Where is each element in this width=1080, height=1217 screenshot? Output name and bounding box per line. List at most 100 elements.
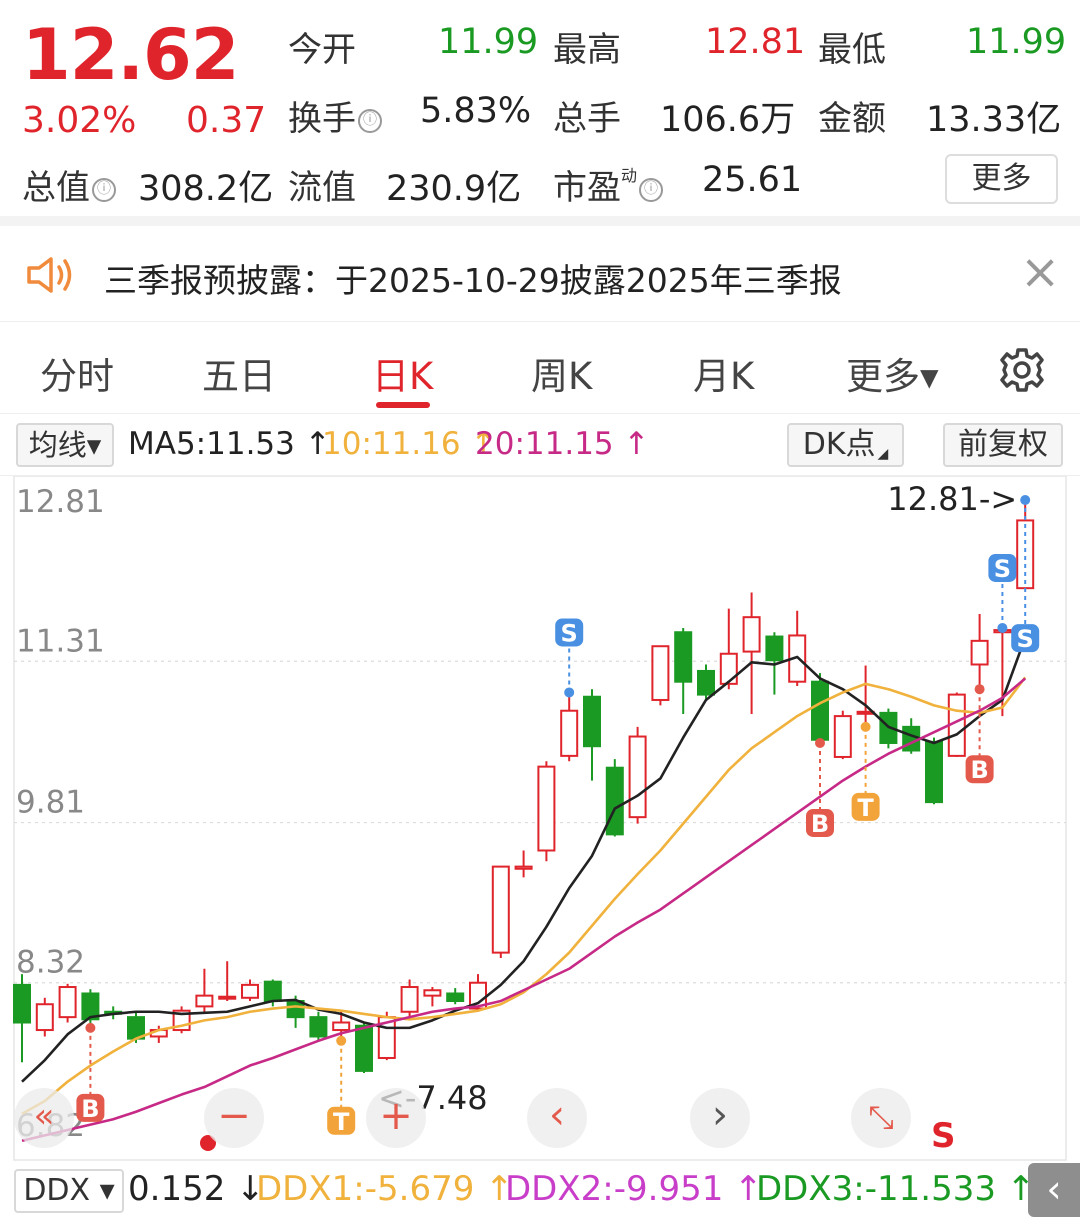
gear-icon[interactable]: [998, 346, 1046, 394]
candle-body: [742, 616, 761, 653]
ma-selector[interactable]: 均线▾: [16, 423, 114, 467]
signal-label: B: [811, 810, 829, 838]
tab-five-day[interactable]: 五日: [202, 346, 276, 400]
ddx-value: 0.152 ↓: [128, 1169, 265, 1209]
candle-body: [925, 740, 943, 804]
ma-legend-bar: 均线▾ MA5:11.53 ↑ 10:11.16 ↑ 20:11.15 ↑ DK…: [0, 414, 1080, 476]
candle-body: [514, 865, 533, 870]
tab-intraday[interactable]: 分时: [40, 346, 114, 400]
candle-body: [970, 639, 989, 666]
tab-monthly-k[interactable]: 月K: [693, 346, 754, 400]
notice-bar[interactable]: 三季报预披露：于2025-10-29披露2025年三季报 ×: [0, 226, 1080, 322]
candle-body: [423, 989, 442, 997]
ma10-readout: 10:11.16 ↑: [322, 426, 497, 462]
current-price: 12.62: [22, 14, 239, 96]
total-cap-label[interactable]: 总值 ⓘ: [22, 160, 116, 209]
info-icon[interactable]: ⓘ: [358, 108, 382, 133]
speaker-icon: [27, 257, 72, 293]
candle-body: [400, 986, 419, 1013]
candle-body: [605, 766, 624, 836]
signal-label: T: [333, 1108, 350, 1136]
pe-label[interactable]: 市盈动ⓘ: [553, 160, 664, 209]
candle-body: [537, 765, 556, 852]
ma20-readout: 20:11.15 ↑: [475, 426, 650, 462]
y-tick-label: 9.81: [16, 785, 85, 821]
indicator-bar: DDX ▾ 0.152 ↓ DDX1:-5.679 ↑ DDX2:-9.951 …: [0, 1163, 1080, 1217]
kline-svg[interactable]: 12.8111.319.818.326.82BTSBTBSS12.81-><-7…: [0, 475, 1080, 1161]
info-icon[interactable]: ⓘ: [639, 177, 664, 202]
pe-type: 动: [621, 166, 638, 185]
candle-body: [674, 631, 693, 683]
candle-body: [491, 865, 510, 954]
ma-line-ma10: [21, 676, 1027, 1116]
ma5-readout: MA5:11.53 ↑: [128, 426, 331, 462]
candle-body: [697, 669, 715, 696]
notice-text: 三季报预披露：于2025-10-29披露2025年三季报: [104, 261, 842, 300]
ma-line-ma20: [21, 677, 1027, 1143]
open-label: 今开: [288, 30, 356, 70]
y-tick-label: 8.32: [16, 945, 85, 981]
candle-body: [195, 994, 214, 1008]
signal-dot: [85, 1022, 96, 1033]
candle-body: [58, 986, 77, 1019]
back-to-start-button[interactable]: «: [14, 1088, 74, 1148]
tab-weekly-k[interactable]: 周K: [531, 346, 592, 400]
dk-point-button[interactable]: DK点 ◢: [787, 423, 904, 467]
signal-label: B: [81, 1095, 99, 1123]
y-tick-label: 11.31: [16, 623, 105, 659]
candle-body: [332, 1021, 351, 1032]
kline-chart[interactable]: 12.8111.319.818.326.82BTSBTBSS12.81-><-7…: [0, 475, 1080, 1161]
zoom-out-button[interactable]: −: [204, 1088, 264, 1148]
fullscreen-button[interactable]: ⤡: [851, 1088, 911, 1148]
signal-dot: [336, 1035, 347, 1046]
close-icon[interactable]: ×: [1020, 244, 1060, 300]
candle-body: [13, 983, 31, 1024]
zoom-in-button[interactable]: +: [366, 1088, 426, 1148]
candle-body: [309, 1016, 328, 1038]
candle-body: [1016, 519, 1035, 590]
turnover-value: 5.83%: [420, 91, 532, 131]
tab-more[interactable]: 更多▾: [846, 346, 939, 400]
candle-body: [35, 1003, 54, 1032]
candle-body: [628, 735, 647, 819]
candle-body: [719, 652, 738, 685]
candle-body: [811, 680, 829, 741]
signal-label: B: [970, 756, 988, 784]
signal-label: S: [561, 619, 578, 647]
candle-body: [765, 635, 784, 662]
collapse-panel-button[interactable]: ‹: [1028, 1163, 1080, 1217]
more-quote-button[interactable]: 更多: [945, 154, 1058, 204]
high-annotation: 12.81->: [887, 480, 1017, 518]
high-label: 最高: [553, 30, 621, 70]
volume-label: 总手: [553, 99, 621, 139]
previous-button[interactable]: ‹: [527, 1088, 587, 1148]
signal-label: S: [994, 555, 1011, 583]
candle-body: [446, 992, 465, 1003]
corner-triangle-icon: ◢: [877, 446, 889, 462]
low-value: 11.99: [966, 22, 1067, 62]
signal-dot: [860, 721, 871, 732]
next-button[interactable]: ›: [690, 1088, 750, 1148]
tab-daily-k[interactable]: 日K: [372, 346, 433, 400]
indicator-selector[interactable]: DDX ▾: [14, 1169, 124, 1213]
adjust-button[interactable]: 前复权: [943, 423, 1063, 467]
turnover-label[interactable]: 换手 ⓘ: [288, 91, 382, 140]
candle-body: [263, 980, 282, 1003]
pe-value: 25.61: [702, 160, 803, 200]
signal-label: S: [1017, 625, 1034, 653]
change-percent: 3.02%: [22, 100, 137, 141]
low-label: 最低: [818, 30, 886, 70]
info-icon[interactable]: ⓘ: [92, 177, 116, 202]
float-cap-label: 流值: [288, 168, 356, 208]
candle-body: [241, 983, 259, 999]
candle-body: [355, 1024, 373, 1072]
signal-dot: [1020, 495, 1031, 505]
divider: [0, 216, 1080, 226]
signal-dot: [997, 622, 1008, 633]
s-marker: S: [931, 1116, 956, 1156]
candle-body: [651, 645, 670, 701]
active-tab-indicator: [376, 402, 430, 408]
signal-dot: [974, 684, 985, 695]
candle-body: [560, 709, 579, 757]
signal-dot: [564, 687, 575, 698]
